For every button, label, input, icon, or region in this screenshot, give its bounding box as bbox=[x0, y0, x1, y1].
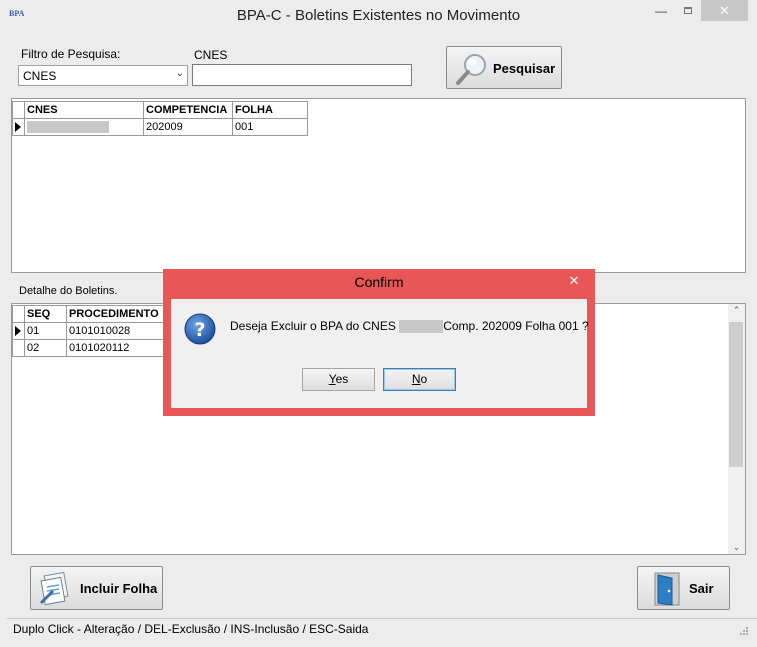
window-title: BPA-C - Boletins Existentes no Movimento bbox=[236, 7, 521, 24]
col-header-seq[interactable]: SEQ bbox=[24, 305, 67, 323]
dialog-message-prefix: Deseja Excluir o BPA do CNES bbox=[230, 319, 396, 333]
no-button[interactable]: No bbox=[383, 368, 456, 391]
exit-door-icon bbox=[654, 572, 680, 606]
table-row[interactable]: 202009 001 bbox=[12, 118, 308, 136]
search-icon bbox=[456, 54, 486, 85]
cnes-label: CNES bbox=[194, 48, 228, 62]
status-text: Duplo Click - Alteração / DEL-Exclusão /… bbox=[13, 622, 369, 636]
cell-procedimento[interactable]: 0101010028 bbox=[66, 322, 177, 340]
redacted-cnes bbox=[27, 121, 109, 134]
cell-folha[interactable]: 001 bbox=[232, 118, 308, 136]
yes-button[interactable]: Yes bbox=[302, 368, 375, 391]
cell-cnes[interactable] bbox=[24, 118, 144, 136]
table-row[interactable]: 02 0101020112 bbox=[12, 339, 177, 357]
question-icon: ? bbox=[184, 313, 216, 345]
filter-select[interactable]: CNES ⌄ bbox=[18, 65, 188, 86]
dialog-title: Confirm bbox=[354, 274, 404, 290]
sair-label: Sair bbox=[689, 581, 714, 596]
filter-select-value: CNES bbox=[23, 69, 57, 83]
maximize-button[interactable] bbox=[675, 0, 701, 22]
cell-seq[interactable]: 02 bbox=[24, 339, 67, 357]
status-bar: Duplo Click - Alteração / DEL-Exclusão /… bbox=[7, 618, 757, 640]
col-header-competencia[interactable]: COMPETENCIA bbox=[143, 101, 233, 119]
search-button[interactable]: Pesquisar bbox=[446, 46, 562, 89]
resize-grip-icon[interactable] bbox=[739, 626, 749, 636]
sair-button[interactable]: Sair bbox=[637, 566, 730, 610]
detail-table: SEQ PROCEDIMENTO 01 0101010028 02 010102… bbox=[12, 305, 177, 357]
cell-procedimento[interactable]: 0101020112 bbox=[66, 339, 177, 357]
svg-text:?: ? bbox=[194, 319, 205, 341]
cnes-input[interactable] bbox=[192, 64, 412, 86]
filter-label: Filtro de Pesquisa: bbox=[21, 47, 121, 61]
scroll-up-icon[interactable]: ⌃ bbox=[728, 305, 745, 316]
row-pointer-icon bbox=[12, 118, 25, 136]
dialog-close-button[interactable]: ✕ bbox=[560, 271, 588, 291]
document-icon bbox=[39, 571, 69, 606]
maximize-icon bbox=[684, 7, 692, 14]
minimize-button[interactable]: — bbox=[648, 0, 674, 22]
search-button-label: Pesquisar bbox=[493, 61, 556, 76]
cell-competencia[interactable]: 202009 bbox=[143, 118, 233, 136]
detail-scrollbar[interactable]: ⌃ ⌄ bbox=[728, 304, 745, 554]
boletins-grid[interactable]: CNES COMPETENCIA FOLHA 202009 001 bbox=[11, 98, 746, 273]
col-header-procedimento[interactable]: PROCEDIMENTO bbox=[66, 305, 177, 323]
row-pointer-icon bbox=[12, 322, 25, 340]
scroll-down-icon[interactable]: ⌄ bbox=[728, 542, 745, 553]
dialog-message-suffix: Comp. 202009 Folha 001 ? bbox=[443, 319, 589, 333]
table-row[interactable]: 01 0101010028 bbox=[12, 322, 177, 340]
title-bar: BPA BPA-C - Boletins Existentes no Movim… bbox=[0, 0, 757, 33]
dialog-message: Deseja Excluir o BPA do CNES Comp. 20200… bbox=[230, 319, 589, 334]
redacted-cnes bbox=[399, 320, 444, 334]
cell-seq[interactable]: 01 bbox=[24, 322, 67, 340]
col-header-cnes[interactable]: CNES bbox=[24, 101, 144, 119]
incluir-folha-button[interactable]: Incluir Folha bbox=[30, 566, 163, 610]
dialog-body: ? Deseja Excluir o BPA do CNES Comp. 202… bbox=[171, 299, 589, 408]
incluir-folha-label: Incluir Folha bbox=[80, 581, 158, 596]
scroll-thumb[interactable] bbox=[729, 322, 743, 467]
confirm-dialog: Confirm ✕ ? Deseja Excluir o BPA do CNES… bbox=[163, 269, 595, 416]
boletins-table: CNES COMPETENCIA FOLHA 202009 001 bbox=[12, 101, 308, 136]
close-button[interactable]: ✕ bbox=[701, 0, 748, 21]
detail-label: Detalhe do Boletins. bbox=[19, 285, 118, 297]
chevron-down-icon: ⌄ bbox=[175, 68, 184, 79]
col-header-folha[interactable]: FOLHA bbox=[232, 101, 308, 119]
